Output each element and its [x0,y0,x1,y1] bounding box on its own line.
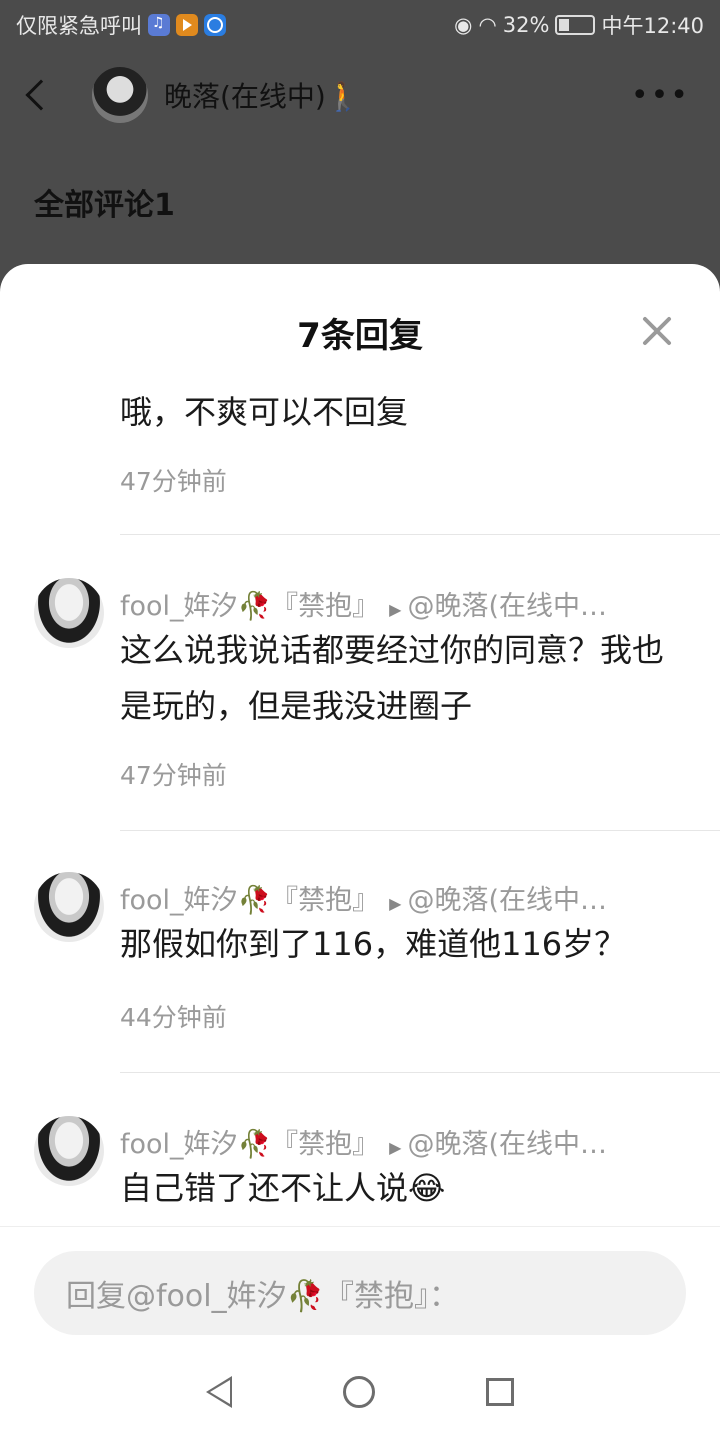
reply-time: 47分钟前 [120,761,227,790]
reply-to[interactable]: @晚落(在线中… [407,1129,607,1160]
more-options-icon[interactable]: ••• [631,78,690,113]
replies-list[interactable]: 哦，不爽可以不回复 47分钟前 fool_姩汐🥀『禁抱』 ▶ @晚落(在线中… 这么… [0,382,720,1226]
clock: 中午12:40 [601,14,704,38]
divider [120,830,720,831]
author-name[interactable]: fool_姩汐 [120,591,238,622]
reply-arrow-icon: ▶ [389,600,402,619]
status-right: ◉ ◠ 32% 中午12:40 [454,10,704,40]
carrier-text: 仅限紧急呼叫 [16,14,142,38]
nav-recents-icon[interactable] [486,1378,515,1406]
video-app-icon [176,14,198,36]
author-suffix: 『禁抱』 [271,1129,380,1160]
reply-meta: fool_姩汐🥀『禁抱』 ▶ @晚落(在线中… [120,878,680,917]
reply-text: 那假如你到了116，难道他116岁？ [120,925,627,963]
music-app-icon [148,14,170,36]
eye-icon: ◉ [454,13,473,37]
flower-icon: 🥀 [237,1129,272,1160]
divider [120,1072,720,1073]
avatar[interactable] [34,578,104,648]
reply-text: 哦，不爽可以不回复 [120,393,409,431]
page-title: 晚落(在线中)🚶 [164,80,361,113]
sheet-title: 7条回复 [297,316,423,356]
author-suffix: 『禁抱』 [271,885,380,916]
battery-icon [555,15,596,35]
reply-arrow-icon: ▶ [389,1138,402,1157]
reply-bar: 回复@fool_姩汐🥀『禁抱』： [0,1226,720,1344]
close-icon[interactable] [640,314,674,348]
flower-icon: 🥀 [237,591,272,622]
browser-app-icon [204,14,226,36]
author-name[interactable]: fool_姩汐 [120,1129,238,1160]
status-bar: 仅限紧急呼叫 ◉ ◠ 32% 中午12:40 [0,0,720,50]
nav-home-icon[interactable] [342,1376,375,1408]
reply-text: 这么说我说话都要经过你的同意？我也是玩的，但是我没进圈子 [120,631,665,725]
reply-time: 44分钟前 [120,1003,227,1032]
reply-input[interactable]: 回复@fool_姩汐🥀『禁抱』： [34,1251,686,1335]
battery-percent: 32% [502,13,550,37]
author-suffix: 『禁抱』 [271,591,380,622]
system-nav-bar [0,1344,720,1440]
divider [120,534,720,535]
author-name[interactable]: fool_姩汐 [120,885,238,916]
back-arrow-icon[interactable] [25,79,57,111]
reply-text: 自己错了还不让人说😂 [120,1169,446,1207]
avatar[interactable] [34,1116,104,1186]
reply-meta: fool_姩汐🥀『禁抱』 ▶ @晚落(在线中… [120,1122,680,1161]
avatar[interactable] [34,872,104,942]
section-title: 全部评论1 [34,188,175,223]
reply-to[interactable]: @晚落(在线中… [407,591,607,622]
reply-time: 47分钟前 [120,467,227,496]
wifi-icon: ◠ [478,13,497,37]
reply-arrow-icon: ▶ [389,894,402,913]
status-left: 仅限紧急呼叫 [16,10,226,40]
replies-sheet: 7条回复 哦，不爽可以不回复 47分钟前 fool_姩汐🥀『禁抱』 ▶ @晚落(在线… [0,264,720,1440]
avatar[interactable] [92,67,148,123]
chat-header: 晚落(在线中)🚶 ••• [0,50,720,140]
flower-icon: 🥀 [237,885,272,916]
reply-meta: fool_姩汐🥀『禁抱』 ▶ @晚落(在线中… [120,584,680,623]
reply-to[interactable]: @晚落(在线中… [407,885,607,916]
nav-back-icon[interactable] [205,1376,232,1408]
